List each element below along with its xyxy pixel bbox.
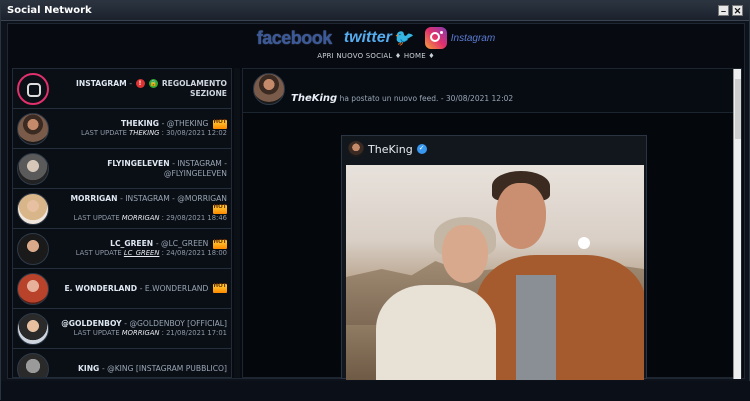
post-author[interactable]: TheKing (291, 93, 337, 104)
item-sub: - @LC_GREEN (155, 239, 209, 248)
last-update-user: MORRIGAN (121, 214, 160, 222)
item-name: MORRIGAN (70, 194, 118, 203)
list-item-meta: LC_GREEN - @LC_GREEN HOT LAST UPDATE LC_… (49, 239, 227, 258)
last-update-time: : 29/08/2021 18:46 (159, 214, 227, 222)
item-name: FLYINGELEVEN (107, 158, 170, 168)
lock-icon: 🔒 (149, 79, 159, 88)
last-update-time: : 30/08/2021 12:02 (159, 129, 227, 137)
item-sub: - @GOLDENBOY [OFFICIAL] (124, 319, 227, 328)
avatar (17, 272, 49, 305)
item-sub: - @KING [INSTAGRAM PUBBLICO] (101, 363, 227, 373)
window-controls: – ✕ (718, 5, 743, 16)
last-update-label: LAST UPDATE (73, 329, 122, 337)
last-update-label: LAST UPDATE (73, 214, 122, 222)
instagram-link[interactable]: Instagram (424, 27, 496, 49)
title-bar: Social Network – ✕ (1, 1, 749, 21)
social-links-bar: facebook twitter 🐦 Instagram (8, 24, 744, 52)
last-update-user: MORRIGAN (121, 329, 160, 337)
feed-scroll-thumb[interactable] (735, 79, 741, 139)
nav-text[interactable]: APRI NUOVO SOCIAL ♦ HOME ♦ (317, 52, 435, 60)
footer (1, 381, 750, 401)
social-network-window: Social Network – ✕ facebook twitter 🐦 In… (0, 0, 750, 401)
hot-badge: HOT (213, 239, 227, 249)
twitter-link[interactable]: twitter 🐦 (344, 28, 413, 48)
sidebar-list: INSTAGRAM - ! 🔒 REGOLAMENTO SEZIONE THEK… (12, 68, 232, 378)
item-sub: - INSTAGRAM - @MORRIGAN (120, 194, 227, 203)
card-header: TheKing ✓ (342, 136, 646, 162)
list-item-meta: INSTAGRAM - ! 🔒 REGOLAMENTO SEZIONE (49, 79, 227, 99)
sidebar-scrollbar[interactable] (234, 68, 240, 378)
main-content: INSTAGRAM - ! 🔒 REGOLAMENTO SEZIONE THEK… (12, 68, 742, 380)
avatar (17, 112, 49, 145)
avatar (17, 312, 49, 345)
item-name: KING (77, 363, 100, 373)
list-item-meta: @GOLDENBOY - @GOLDENBOY [OFFICIAL] LAST … (49, 319, 227, 338)
list-item-meta: E. WONDERLAND - E.WONDERLAND HOT (49, 283, 227, 294)
hot-badge: HOT (213, 119, 227, 129)
avatar (17, 232, 49, 265)
item-name: @GOLDENBOY (61, 319, 122, 328)
list-item[interactable]: FLYINGELEVEN - INSTAGRAM - @FLYINGELEVEN (13, 149, 231, 189)
item-sub: - @THEKING (161, 119, 209, 128)
close-button[interactable]: ✕ (732, 5, 743, 16)
hot-badge: HOT (213, 283, 227, 293)
post-author-avatar[interactable] (253, 73, 285, 105)
list-item[interactable]: MORRIGAN - INSTAGRAM - @MORRIGAN HOT LAS… (13, 189, 231, 229)
instagram-icon (424, 27, 447, 49)
last-update-time: : 24/08/2021 18:00 (159, 249, 227, 257)
nav-links[interactable]: APRI NUOVO SOCIAL ♦ HOME ♦ (8, 52, 744, 64)
card-username: TheKing (368, 142, 413, 156)
last-update-user: LC_GREEN (123, 249, 160, 257)
facebook-link[interactable]: facebook (257, 28, 333, 49)
avatar (17, 152, 49, 185)
hot-badge: HOT (213, 204, 227, 214)
avatar (17, 352, 49, 377)
card-avatar (348, 141, 364, 157)
post-header: TheKing ha postato un nuovo feed. - 30/0… (243, 69, 741, 113)
last-update-label: LAST UPDATE (75, 249, 124, 257)
item-name: THEKING (120, 119, 159, 128)
item-name: INSTAGRAM (76, 78, 127, 88)
post-header-text: TheKing ha postato un nuovo feed. - 30/0… (291, 93, 513, 104)
list-item[interactable]: KING - @KING [INSTAGRAM PUBBLICO] (13, 349, 231, 377)
last-update-user: THEKING (129, 129, 160, 137)
item-sub: - INSTAGRAM - @FLYINGELEVEN (163, 158, 227, 178)
list-item-meta: MORRIGAN - INSTAGRAM - @MORRIGAN HOT LAS… (49, 194, 227, 223)
twitter-label: twitter (343, 29, 392, 46)
avatar (17, 72, 49, 105)
post-action: ha postato un nuovo feed. (339, 94, 439, 103)
list-item[interactable]: LC_GREEN - @LC_GREEN HOT LAST UPDATE LC_… (13, 229, 231, 269)
item-name: E. WONDERLAND (64, 283, 138, 293)
post-timestamp: - 30/08/2021 12:02 (438, 94, 514, 103)
feed-scrollbar[interactable] (733, 69, 741, 379)
item-name: LC_GREEN (110, 239, 154, 248)
app-frame: facebook twitter 🐦 Instagram APRI NUOVO … (7, 23, 745, 380)
avatar (17, 192, 49, 225)
list-item-meta: KING - @KING [INSTAGRAM PUBBLICO] (49, 364, 227, 374)
feed-panel: TheKing ha postato un nuovo feed. - 30/0… (242, 68, 742, 380)
verified-check-icon: ✓ (416, 144, 427, 154)
instagram-post-card: TheKing ✓ (341, 135, 647, 380)
list-item[interactable]: E. WONDERLAND - E.WONDERLAND HOT (13, 269, 231, 309)
twitter-bird-icon: 🐦 (392, 30, 413, 47)
list-item-meta: FLYINGELEVEN - INSTAGRAM - @FLYINGELEVEN (49, 159, 227, 179)
item-sub: - (129, 78, 135, 88)
rules-link[interactable]: REGOLAMENTO SEZIONE (162, 79, 227, 98)
list-item-meta: THEKING - @THEKING HOT LAST UPDATE THEKI… (49, 119, 227, 138)
minimize-button[interactable]: – (718, 5, 729, 16)
list-item[interactable]: INSTAGRAM - ! 🔒 REGOLAMENTO SEZIONE (13, 69, 231, 109)
instagram-label: Instagram (450, 32, 496, 44)
post-photo (346, 165, 644, 380)
item-sub: - E.WONDERLAND (139, 283, 209, 293)
alert-icon: ! (135, 79, 145, 88)
list-item[interactable]: @GOLDENBOY - @GOLDENBOY [OFFICIAL] LAST … (13, 309, 231, 349)
list-item[interactable]: THEKING - @THEKING HOT LAST UPDATE THEKI… (13, 109, 231, 149)
last-update-time: : 21/08/2021 17:01 (159, 329, 227, 337)
window-title: Social Network (7, 5, 92, 16)
last-update-label: LAST UPDATE (80, 129, 130, 137)
